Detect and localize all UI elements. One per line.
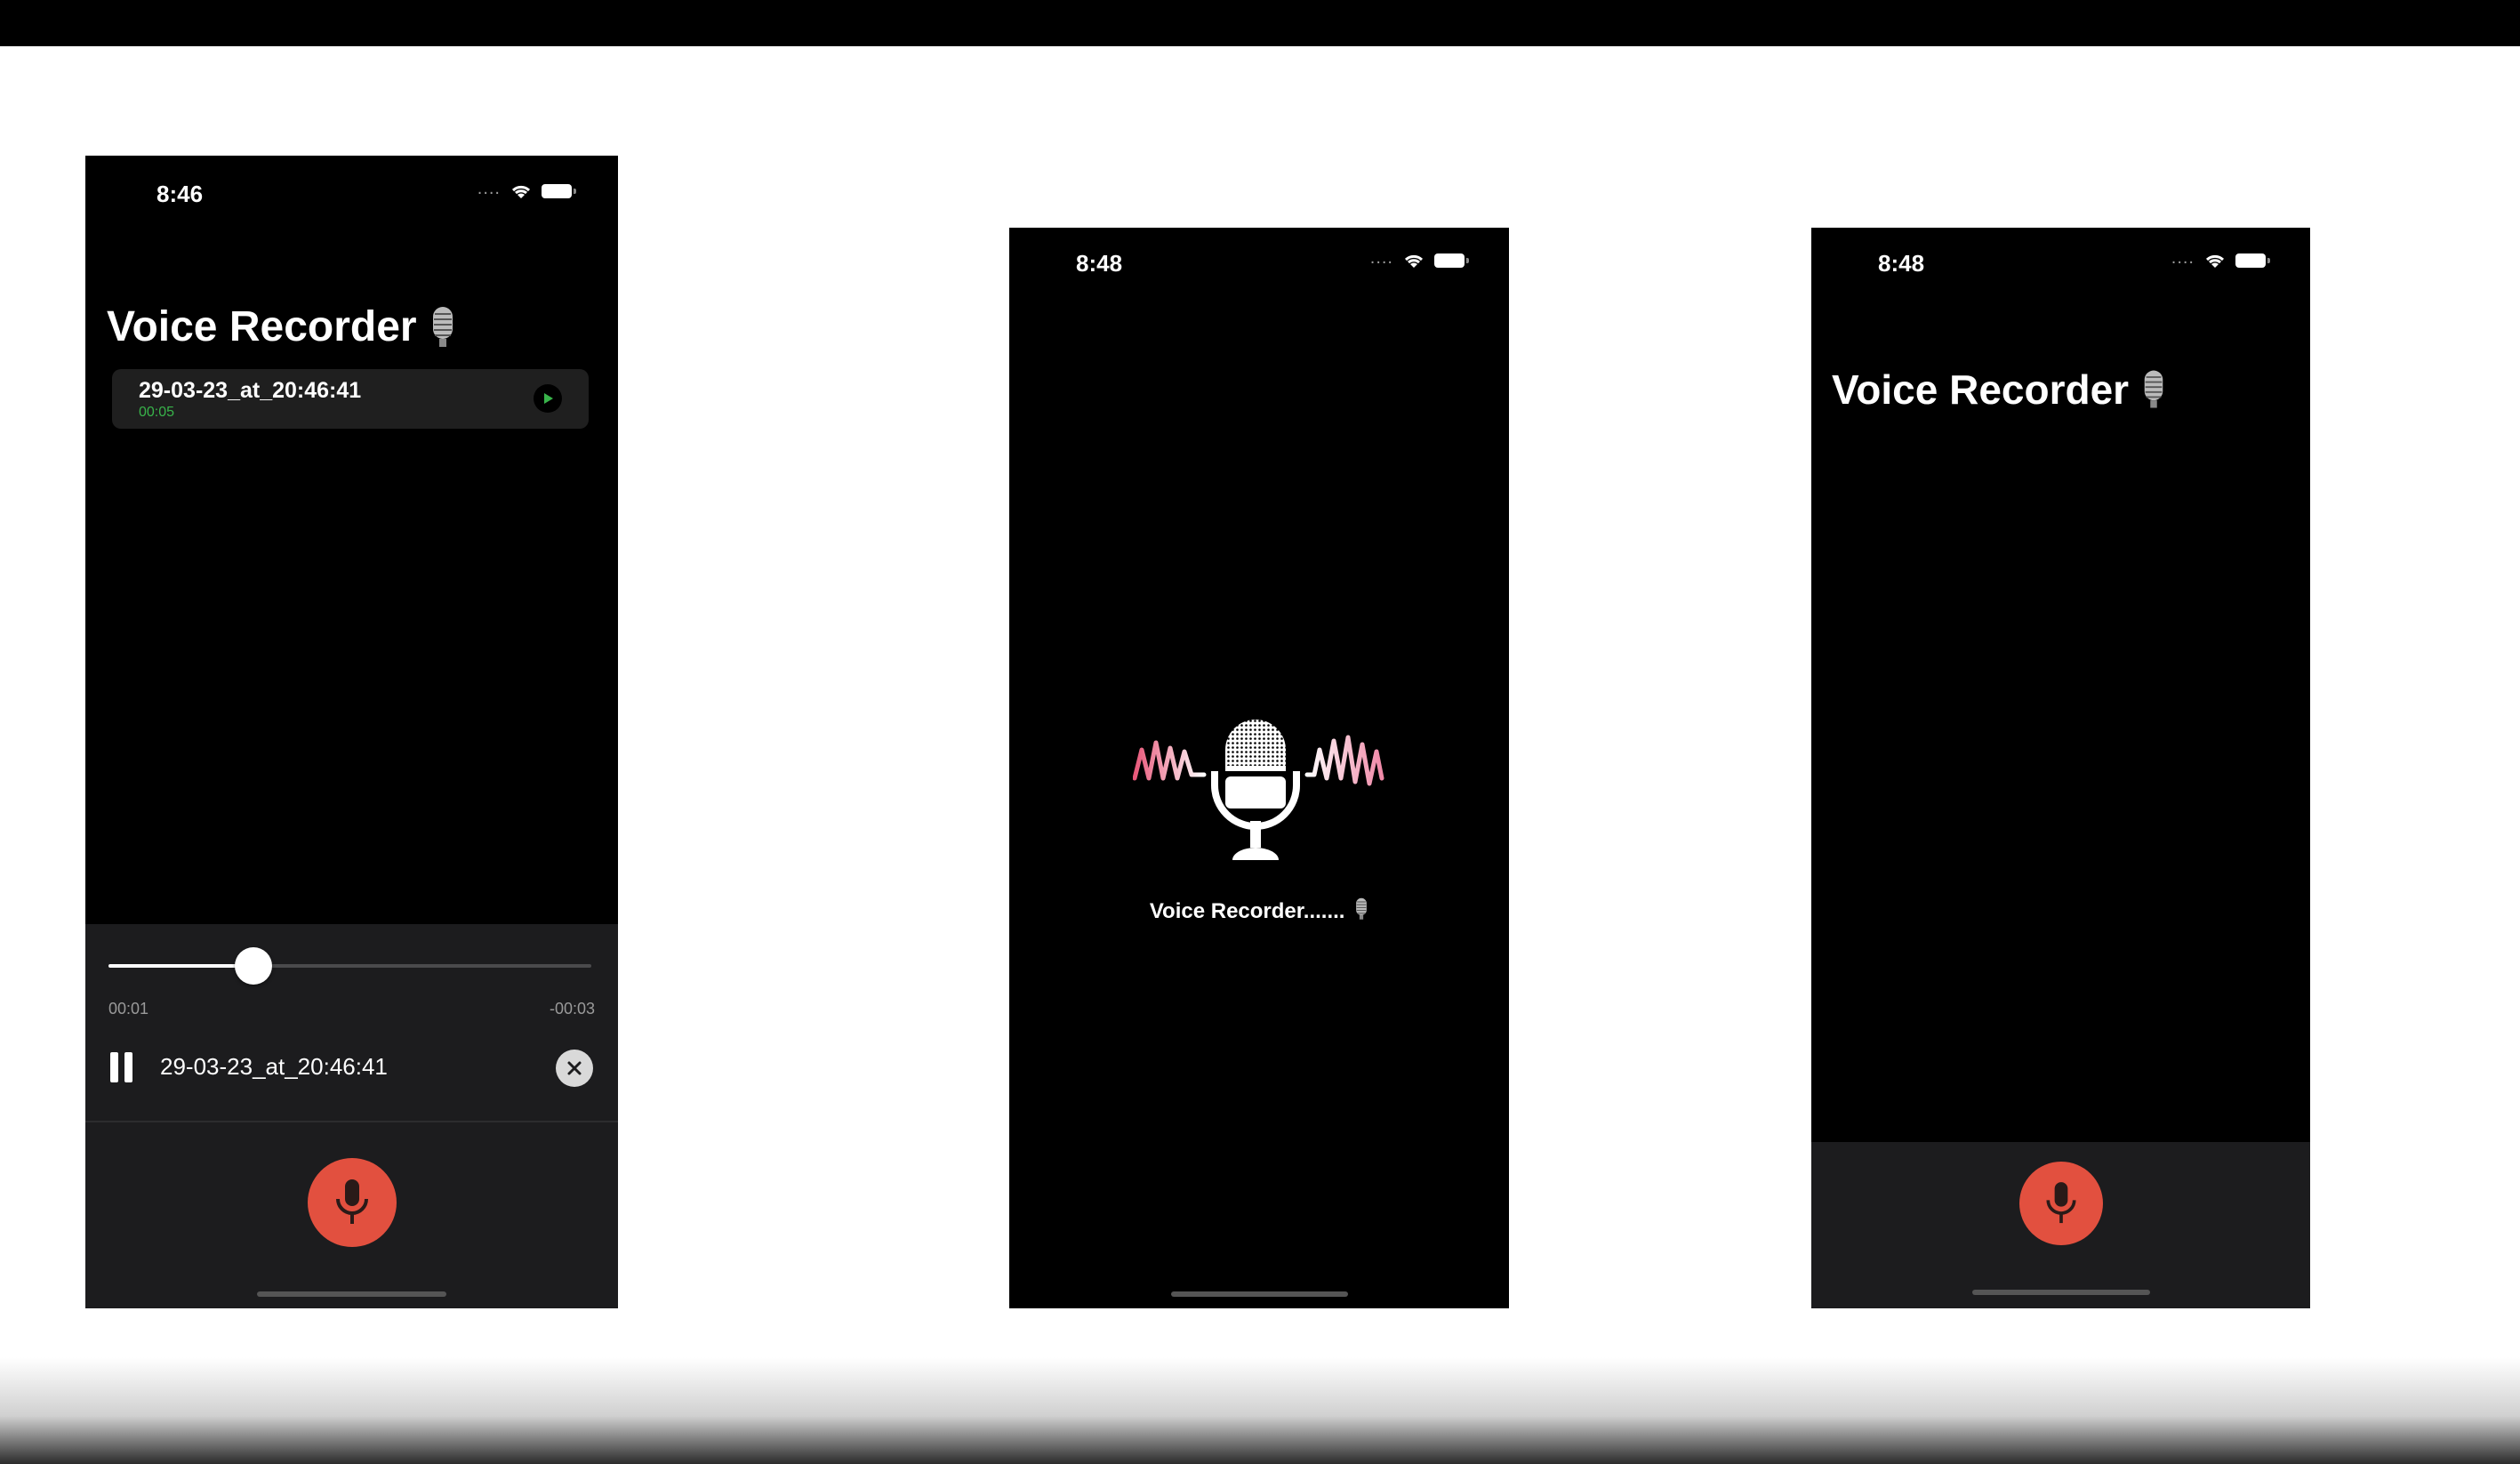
phone-screen-splash: 8:48 .... Voice Recorder.......	[1009, 228, 1509, 1308]
recording-list-item[interactable]: 29-03-23_at_20:46:41 00:05	[112, 369, 589, 429]
progress-slider-thumb[interactable]	[234, 947, 272, 985]
phone-screen-recordings-playing: 8:46 .... Voice Recorder 29-03-23_at_20:…	[85, 156, 618, 1308]
status-time: 8:48	[1878, 250, 1925, 277]
page-title: Voice Recorder	[107, 302, 456, 351]
signal-icon: ....	[1369, 248, 1393, 268]
audio-player-panel: 00:01 -00:03 29-03-23_at_20:46:41	[85, 924, 618, 1121]
home-indicator	[1171, 1291, 1348, 1297]
microphone-emoji-icon	[2144, 370, 2163, 408]
bottom-shadow	[0, 1357, 2520, 1464]
pause-button[interactable]	[110, 1052, 135, 1082]
splash-text: Voice Recorder.......	[1009, 897, 1509, 924]
recording-name: 29-03-23_at_20:46:41	[139, 378, 362, 403]
home-indicator	[1972, 1290, 2150, 1295]
microphone-emoji-icon	[1356, 897, 1368, 920]
signal-icon: ....	[477, 179, 501, 198]
signal-icon: ....	[2171, 248, 2195, 268]
play-button[interactable]	[534, 384, 562, 413]
page-title: Voice Recorder	[1832, 366, 2166, 414]
wifi-icon	[1404, 254, 1424, 268]
record-panel	[1811, 1142, 2310, 1308]
close-icon	[567, 1061, 582, 1075]
voice-recorder-logo-icon	[1133, 720, 1384, 860]
close-player-button[interactable]	[556, 1050, 593, 1087]
pause-icon-bar	[124, 1052, 132, 1082]
phone-screen-empty-recorder: 8:48 .... Voice Recorder	[1811, 228, 2310, 1308]
status-time: 8:46	[156, 181, 204, 207]
status-time: 8:48	[1076, 250, 1123, 277]
top-black-bar	[0, 0, 2520, 46]
page-title-text: Voice Recorder	[1832, 366, 2130, 413]
record-panel	[85, 1122, 618, 1308]
status-icons: ....	[1369, 248, 1469, 269]
battery-icon	[1434, 253, 1469, 268]
pause-icon	[110, 1052, 118, 1082]
status-icons: ....	[477, 179, 576, 200]
elapsed-time: 00:01	[108, 1000, 149, 1018]
splash-title: Voice Recorder.......	[1149, 899, 1345, 923]
battery-icon	[2235, 253, 2270, 268]
player-file-name: 29-03-23_at_20:46:41	[160, 1053, 388, 1080]
remaining-time: -00:03	[549, 1000, 595, 1018]
microphone-emoji-icon	[432, 306, 453, 347]
microphone-icon	[336, 1179, 368, 1224]
microphone-icon	[2046, 1182, 2076, 1224]
battery-icon	[542, 184, 576, 198]
home-indicator	[257, 1291, 446, 1297]
play-icon	[544, 393, 553, 404]
recording-duration: 00:05	[139, 405, 175, 420]
status-icons: ....	[2171, 248, 2270, 269]
progress-slider[interactable]	[108, 947, 591, 985]
page-title-text: Voice Recorder	[107, 303, 417, 350]
wifi-icon	[511, 185, 531, 198]
record-button[interactable]	[2019, 1162, 2103, 1245]
wifi-icon	[2205, 254, 2225, 268]
record-button[interactable]	[308, 1158, 397, 1247]
progress-slider-fill	[108, 964, 253, 968]
